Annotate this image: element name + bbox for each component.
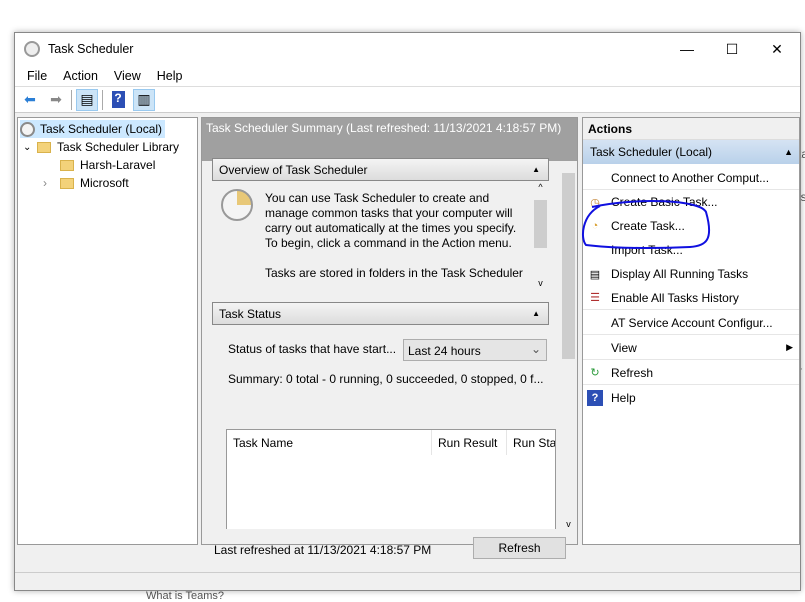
hand-drawn-annotation-circle bbox=[582, 199, 711, 250]
